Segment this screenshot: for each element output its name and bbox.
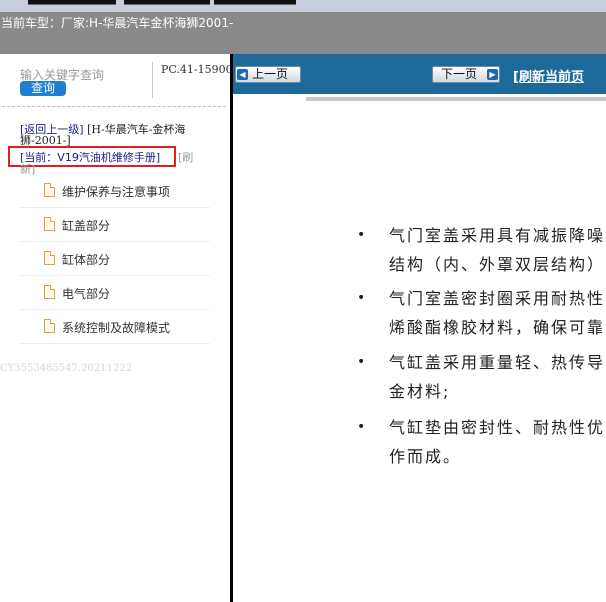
vehicle-model-text: 当前车型：厂家:H-华晨汽车金杯海狮2001-: [1, 14, 233, 31]
vehicle-model-bar: 当前车型：厂家:H-华晨汽车金杯海狮2001-: [0, 12, 606, 54]
bullet-line: 气缸盖采用重量轻、热传导: [389, 353, 606, 372]
vehicle-model-value: 厂家:H-华晨汽车金杯海狮2001-: [61, 16, 234, 30]
left-panel: 输入关键字查询 查询 PC.41-15900 [返回上一级] [H-华晨汽车-金…: [0, 54, 233, 602]
pc-code: PC.41-15900: [161, 63, 233, 76]
bullet-dot: •: [357, 290, 366, 306]
footer-code: CY3553485547.20211222: [0, 363, 132, 374]
document-icon: [44, 217, 55, 231]
breadcrumb: [返回上一级] [H-华晨汽车-金杯海狮-2001-]: [20, 124, 210, 146]
prev-page-label: 上一页: [252, 67, 289, 81]
menu-item-system-control[interactable]: 系统控制及故障模式: [20, 310, 210, 344]
query-button[interactable]: 查询: [20, 81, 66, 96]
next-page-label: 下一页: [441, 67, 478, 81]
document-icon: [44, 285, 55, 299]
window-tab[interactable]: [214, 0, 296, 5]
arrow-left-icon: ◀: [237, 69, 248, 80]
bullet-line: 气门室盖密封圈采用耐热性: [389, 289, 606, 308]
vehicle-model-label: 当前车型：: [1, 16, 62, 30]
bullet-dot: •: [357, 354, 366, 370]
menu-item-maintenance[interactable]: 维护保养与注意事项: [20, 174, 210, 208]
menu-item-label: 维护保养与注意事项: [62, 185, 171, 199]
arrow-right-icon: ▶: [487, 69, 498, 80]
menu-item-label: 电气部分: [62, 287, 111, 301]
content-panel: ◀ 上一页 下一页 ▶ [刷新当前页 • 气门室盖采用具有减振降噪 结构（内、外…: [233, 54, 606, 602]
document-icon: [44, 319, 55, 333]
toolbar-underline: [306, 97, 606, 101]
bullet-line: 结构（内、外罩双层结构）: [389, 255, 606, 274]
current-manual-label: [当前：V19汽油机维修手册]: [20, 151, 161, 164]
document-icon: [44, 183, 55, 197]
dashed-divider: [2, 106, 226, 107]
menu-item-electrical[interactable]: 电气部分: [20, 276, 210, 310]
menu-item-label: 系统控制及故障模式: [62, 321, 171, 335]
bullet-line: 金材料;: [389, 382, 451, 401]
bullet-line: 气门室盖采用具有减振降噪: [389, 226, 606, 245]
bullet-dot: •: [357, 227, 366, 243]
menu-item-label: 缸盖部分: [62, 219, 111, 233]
next-page-button[interactable]: 下一页 ▶: [432, 66, 500, 83]
bullet-line: 作而成。: [389, 447, 462, 466]
bullet-line: 烯酸酯橡胶材料，确保可靠: [389, 318, 606, 337]
document-icon: [44, 251, 55, 265]
refresh-link[interactable]: [刷: [178, 149, 193, 165]
page-toolbar: ◀ 上一页 下一页 ▶ [刷新当前页: [233, 54, 606, 94]
menu-item-cylinder-head[interactable]: 缸盖部分: [20, 208, 210, 242]
window-tab[interactable]: [124, 0, 210, 5]
bullet-line: 气缸垫由密封性、耐热性优: [389, 418, 606, 437]
bullet-dot: •: [357, 419, 366, 435]
refresh-page-link[interactable]: [刷新当前页: [513, 66, 584, 85]
menu-item-label: 缸体部分: [62, 253, 111, 267]
menu-item-cylinder-block[interactable]: 缸体部分: [20, 242, 210, 276]
window-top-strip: [0, 0, 606, 12]
window-tab[interactable]: [28, 0, 116, 5]
prev-page-button[interactable]: ◀ 上一页: [235, 66, 301, 83]
search-divider: [152, 62, 153, 98]
